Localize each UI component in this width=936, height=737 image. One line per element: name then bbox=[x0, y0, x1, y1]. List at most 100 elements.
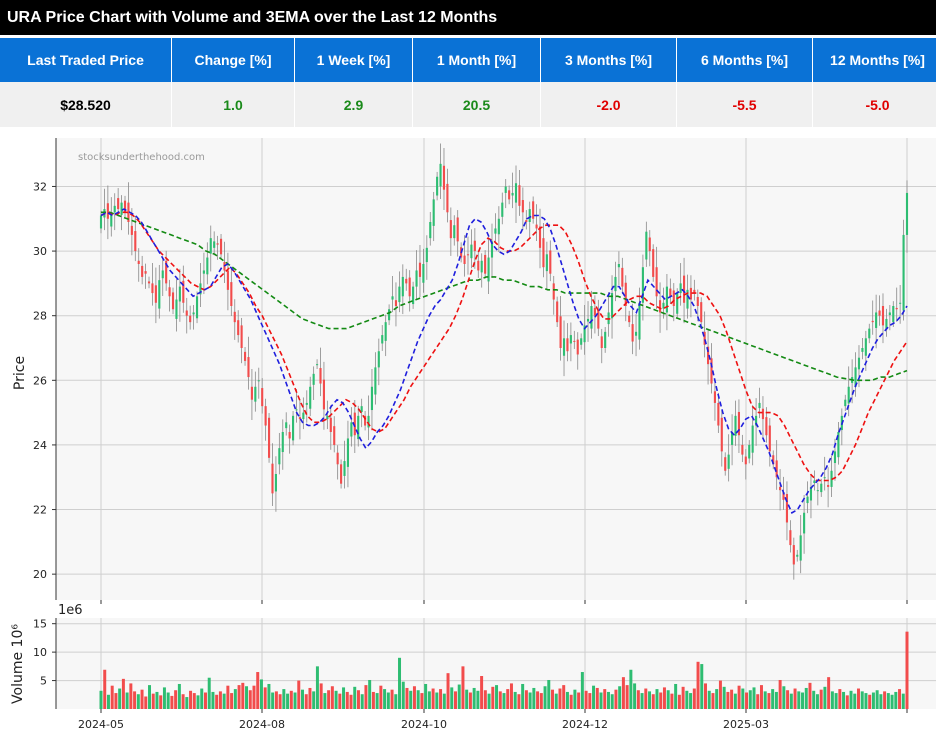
volume-bar bbox=[573, 689, 577, 709]
candle-body bbox=[586, 318, 590, 322]
volume-bar bbox=[259, 679, 263, 709]
volume-bar bbox=[230, 693, 234, 709]
candle-body bbox=[796, 554, 799, 557]
volume-bar bbox=[752, 687, 756, 709]
candle-body bbox=[99, 215, 103, 229]
price-y-tick-label: 20 bbox=[33, 568, 47, 581]
volume-bar bbox=[890, 694, 894, 709]
volume-bar bbox=[263, 687, 267, 709]
candle-body bbox=[274, 474, 277, 492]
volume-bar bbox=[226, 685, 230, 709]
candle-body bbox=[806, 496, 809, 504]
candle-body bbox=[895, 307, 898, 310]
candle-body bbox=[305, 402, 308, 405]
volume-bar bbox=[282, 689, 286, 709]
volume-bar bbox=[689, 693, 693, 709]
volume-bar bbox=[353, 686, 357, 709]
volume-bar bbox=[211, 691, 215, 709]
candle-body bbox=[144, 271, 147, 274]
candle-body bbox=[439, 163, 442, 187]
volume-bar bbox=[666, 690, 670, 709]
volume-bar bbox=[898, 689, 902, 709]
volume-bar bbox=[789, 693, 793, 709]
volume-bar bbox=[103, 669, 107, 709]
candle-body bbox=[487, 257, 490, 282]
watermark: stocksunderthehood.com bbox=[78, 152, 205, 163]
volume-bar bbox=[286, 693, 290, 709]
volume-bar bbox=[177, 683, 181, 709]
volume-bar bbox=[819, 689, 823, 709]
stats-value-last-price: $28.520 bbox=[0, 82, 172, 127]
candle-body bbox=[480, 260, 483, 273]
volume-bar bbox=[853, 693, 857, 709]
volume-bar bbox=[412, 686, 416, 709]
volume-bar bbox=[207, 677, 211, 709]
candle-body bbox=[257, 380, 260, 382]
candle-body bbox=[504, 186, 507, 193]
volume-bar bbox=[342, 687, 346, 709]
candle-body bbox=[463, 255, 466, 264]
volume-bar bbox=[849, 690, 853, 709]
candle-body bbox=[302, 412, 305, 420]
candle-body bbox=[576, 339, 579, 355]
volume-bar bbox=[606, 691, 610, 709]
volume-bar bbox=[838, 689, 842, 709]
candle-body bbox=[292, 415, 295, 441]
candle-body bbox=[477, 260, 480, 271]
candle-body bbox=[590, 306, 593, 329]
stats-value-6-months: -5.5 bbox=[676, 82, 813, 127]
stats-header-1-month: 1 Month [%] bbox=[412, 38, 541, 82]
candle-body bbox=[394, 300, 398, 306]
candle-body bbox=[717, 402, 720, 426]
volume-bar bbox=[804, 687, 808, 709]
candle-body bbox=[573, 340, 576, 342]
candle-body bbox=[288, 432, 291, 439]
candle-body bbox=[189, 315, 192, 323]
candle-body bbox=[209, 238, 212, 254]
volume-bar bbox=[256, 672, 260, 709]
candle-body bbox=[875, 312, 878, 328]
volume-bar bbox=[506, 689, 510, 709]
volume-bar bbox=[786, 690, 790, 709]
volume-bar bbox=[815, 694, 819, 709]
volume-bar bbox=[905, 631, 909, 709]
volume-bar bbox=[521, 683, 525, 709]
candle-body bbox=[648, 237, 651, 252]
volume-bar bbox=[808, 682, 812, 709]
candle-body bbox=[669, 288, 672, 297]
candle-body bbox=[134, 231, 137, 252]
volume-bar bbox=[185, 697, 189, 709]
volume-bar bbox=[879, 694, 883, 709]
volume-bar bbox=[599, 692, 603, 709]
price-y-tick-label: 24 bbox=[33, 439, 47, 452]
candle-body bbox=[905, 192, 909, 235]
volume-bar bbox=[532, 687, 536, 709]
candle-body bbox=[418, 262, 422, 277]
price-y-tick-label: 26 bbox=[33, 374, 47, 387]
candle-body bbox=[816, 490, 819, 492]
candle-body bbox=[566, 338, 569, 352]
volume-bar bbox=[842, 691, 846, 709]
candle-body bbox=[724, 457, 727, 471]
volume-bar bbox=[196, 695, 200, 709]
stats-header-1-week: 1 Week [%] bbox=[294, 38, 413, 82]
candle-body bbox=[106, 203, 109, 219]
volume-bar bbox=[252, 685, 256, 709]
candle-body bbox=[556, 301, 559, 323]
volume-bar bbox=[539, 693, 543, 709]
candle-body bbox=[374, 367, 377, 395]
volume-bar bbox=[554, 693, 558, 709]
volume-bar bbox=[136, 694, 140, 709]
volume-bar bbox=[125, 692, 129, 709]
volume-bar bbox=[551, 689, 555, 709]
candle-body bbox=[871, 320, 874, 323]
volume-bar bbox=[330, 686, 334, 709]
candle-body bbox=[761, 408, 765, 420]
volume-bar bbox=[793, 688, 797, 709]
candle-body bbox=[765, 417, 768, 436]
candle-body bbox=[645, 231, 648, 260]
volume-bar bbox=[383, 689, 387, 709]
candle-body bbox=[528, 209, 531, 222]
volume-bar bbox=[737, 685, 741, 709]
stats-header-row: Last Traded Price Change [%] 1 Week [%] … bbox=[0, 38, 936, 82]
